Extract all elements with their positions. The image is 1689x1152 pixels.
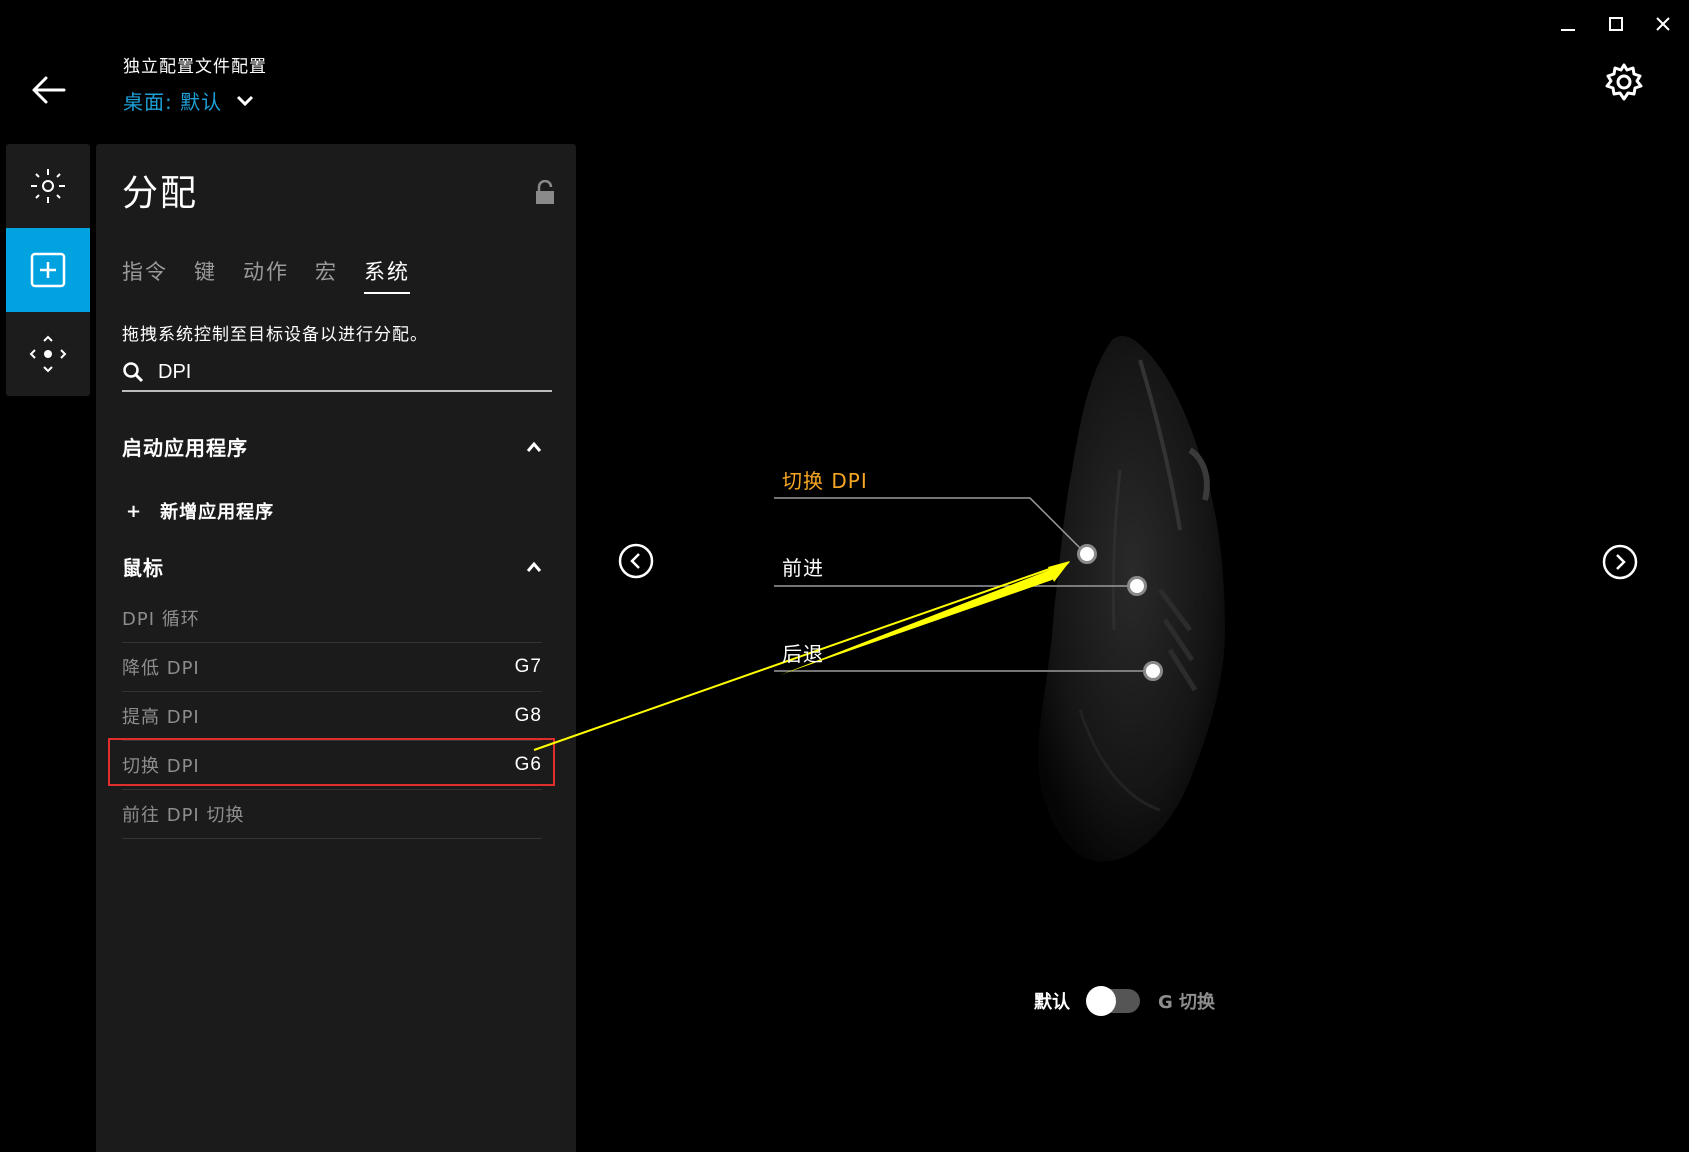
toggle-right-label: G 切换: [1158, 992, 1216, 1013]
gshift-toggle-group: 默认 G 切换: [1034, 986, 1216, 1016]
callout-label-back: 后退: [782, 642, 824, 666]
toggle-left-label: 默认: [1034, 992, 1070, 1013]
callout-label-switch-dpi: 切换 DPI: [782, 469, 868, 493]
button-hotspot-forward[interactable]: [1127, 576, 1147, 596]
callout-lines: [533, 497, 1153, 751]
callout-label-forward: 前进: [782, 556, 824, 580]
toggle-knob: [1086, 986, 1116, 1016]
button-hotspot-back[interactable]: [1143, 661, 1163, 681]
gshift-toggle[interactable]: [1086, 986, 1140, 1016]
button-hotspot-g6[interactable]: [1077, 544, 1097, 564]
